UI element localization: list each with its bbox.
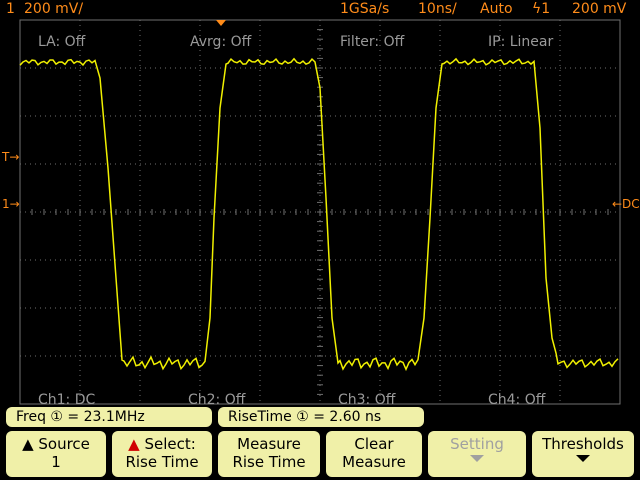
ch1-coupling: Ch1: DC <box>38 392 96 408</box>
source-label: ▲ Source <box>22 435 90 453</box>
select-label: ▲ Select: <box>128 435 196 453</box>
ch2-status: Ch2: Off <box>188 392 246 408</box>
select-value: Rise Time <box>125 453 199 471</box>
rise-time-measurement: RiseTime ① = 2.60 ns <box>218 407 424 427</box>
average-status: Avrg: Off <box>190 34 252 50</box>
time-scale[interactable]: 10ns/ <box>418 0 457 18</box>
rotary-knob-icon: ▲ <box>128 435 140 453</box>
dc-offset-marker: ←DC <box>612 197 640 211</box>
chevron-down-icon <box>470 455 484 462</box>
status-bar: 1 200 mV/ 1GSa/s 10ns/ Auto ϟ1 200 mV <box>0 0 640 18</box>
softkey-menu: ▲ Source 1 ▲ Select: Rise Time Measure R… <box>0 431 640 480</box>
trigger-level-marker[interactable]: T→ <box>2 150 19 164</box>
ground-reference-marker[interactable]: 1→ <box>2 197 20 211</box>
setting-softkey[interactable]: Setting <box>428 431 526 477</box>
trigger-source[interactable]: ϟ1 <box>532 0 550 18</box>
frequency-measurement: Freq ① = 23.1MHz <box>6 407 212 427</box>
chevron-down-icon <box>576 455 590 462</box>
la-status: LA: Off <box>38 34 86 50</box>
ch3-status: Ch3: Off <box>338 392 396 408</box>
trigger-level[interactable]: 200 mV <box>572 0 626 18</box>
vertical-scale[interactable]: 200 mV/ <box>24 0 83 18</box>
ch4-status: Ch4: Off <box>488 392 546 408</box>
thresholds-softkey[interactable]: Thresholds <box>532 431 634 477</box>
channel1-trace <box>19 57 619 372</box>
trigger-mode[interactable]: Auto <box>480 0 513 18</box>
interpolation-status: IP: Linear <box>488 34 554 50</box>
measure-rise-time-softkey[interactable]: Measure Rise Time <box>218 431 320 477</box>
sample-rate: 1GSa/s <box>340 1 390 17</box>
select-softkey[interactable]: ▲ Select: Rise Time <box>112 431 212 477</box>
channel-number[interactable]: 1 <box>6 0 15 18</box>
trigger-position-marker[interactable] <box>216 20 226 26</box>
source-softkey[interactable]: ▲ Source 1 <box>6 431 106 477</box>
scope-display[interactable] <box>0 18 640 406</box>
source-value: 1 <box>51 453 61 471</box>
graticule <box>19 19 621 405</box>
clear-measure-softkey[interactable]: Clear Measure <box>326 431 422 477</box>
filter-status: Filter: Off <box>340 34 405 50</box>
